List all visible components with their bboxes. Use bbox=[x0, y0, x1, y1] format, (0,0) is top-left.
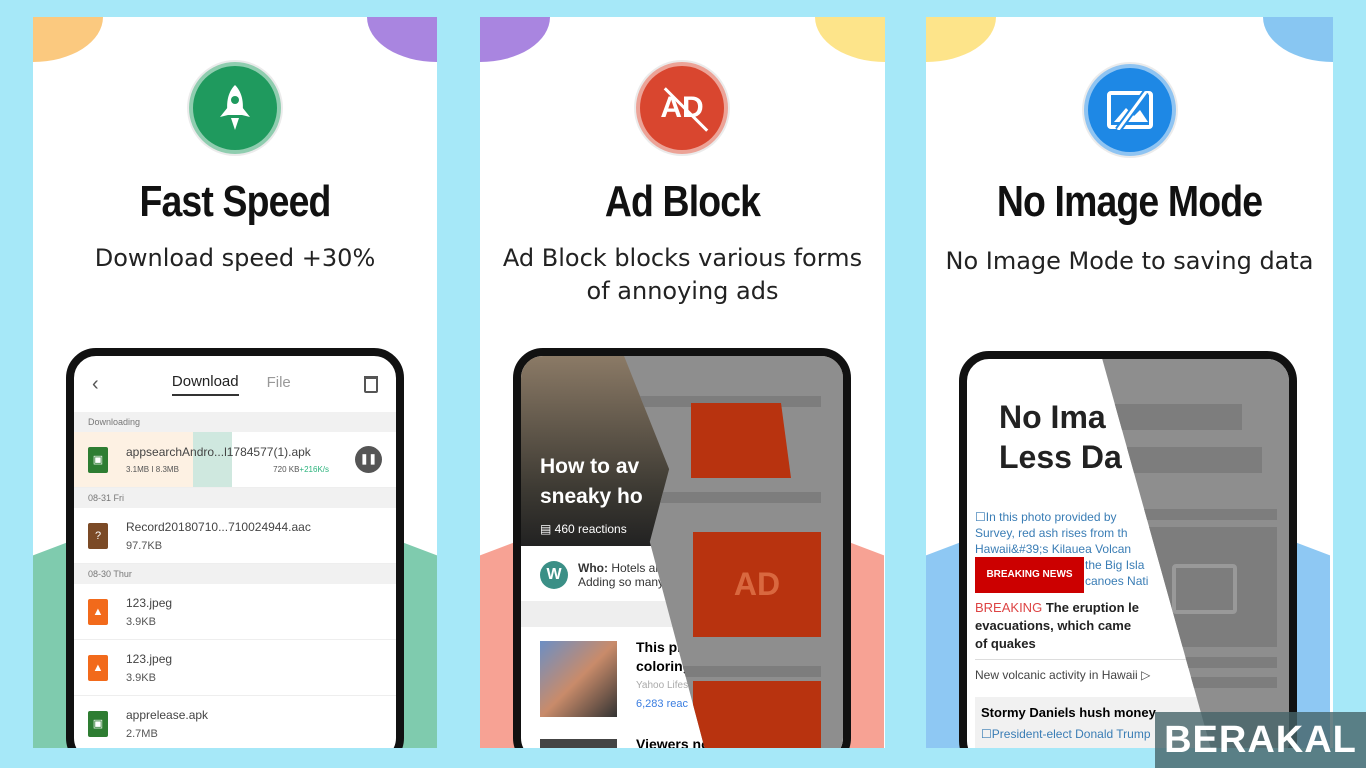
panel-subtitle: No Image Mode to saving data bbox=[945, 247, 1314, 275]
reactions[interactable]: ▤ 460 reactions bbox=[540, 522, 627, 536]
decor-corner bbox=[367, 17, 437, 62]
decor-corner bbox=[33, 17, 103, 62]
rocket-icon bbox=[189, 62, 281, 154]
decor-corner bbox=[926, 17, 996, 62]
download-header: ‹ Download File bbox=[74, 356, 396, 412]
android-file-icon: ▣ bbox=[88, 446, 108, 473]
article-link[interactable]: President-elect Donald Trump bbox=[992, 727, 1151, 741]
unknown-file-icon: ? bbox=[88, 522, 108, 549]
decor-corner bbox=[480, 17, 550, 62]
watermark-logo: BERAKAL bbox=[1155, 712, 1366, 768]
blocked-ad: AD bbox=[693, 532, 821, 637]
decor-corner bbox=[1263, 17, 1333, 62]
download-item[interactable]: ? Record20180710...710024944.aac 97.7KB bbox=[74, 508, 396, 564]
pause-button[interactable]: ❚❚ bbox=[355, 446, 382, 473]
breaking-news-badge: BREAKING NEWS bbox=[975, 557, 1084, 593]
image-file-icon: ▲ bbox=[88, 654, 108, 681]
breaking-headline[interactable]: BREAKING The eruption le evacuations, whi… bbox=[975, 599, 1139, 653]
panel-subtitle: Download speed +30% bbox=[94, 244, 376, 272]
headline[interactable]: How to av sneaky ho bbox=[540, 452, 643, 512]
who-item[interactable]: W Who: Hotels are g Adding so many f bbox=[540, 561, 676, 589]
section-label: 08-30 Thur bbox=[74, 564, 396, 584]
panel-title: Ad Block bbox=[604, 177, 761, 226]
phone-mockup: No Ima Less Da ☐In this photo provided by… bbox=[959, 351, 1297, 748]
panel-no-image: No Image Mode No Image Mode to saving da… bbox=[926, 17, 1333, 748]
decor-corner bbox=[815, 17, 885, 62]
panel-title: Fast Speed bbox=[139, 177, 331, 226]
tab-download[interactable]: Download bbox=[171, 373, 239, 396]
hero-text: No Ima Less Da bbox=[999, 399, 1122, 475]
image-file-icon: ▲ bbox=[88, 598, 108, 625]
blocked-ad bbox=[691, 403, 791, 478]
phone-mockup: ‹ Download File Downloading ▣ appsearchA… bbox=[66, 348, 404, 748]
avatar: W bbox=[540, 561, 568, 589]
blocked-ad bbox=[693, 681, 821, 748]
ad-block-icon: AD bbox=[636, 62, 728, 154]
download-item-active[interactable]: ▣ appsearchAndro...l1784577(1).apk 3.1MB… bbox=[74, 432, 396, 488]
section-label: Downloading bbox=[74, 412, 396, 432]
panel-fast-speed: Fast Speed Download speed +30% ‹ Downloa… bbox=[33, 17, 437, 748]
trash-icon[interactable] bbox=[364, 375, 378, 393]
back-icon[interactable]: ‹ bbox=[92, 373, 99, 396]
panel-title: No Image Mode bbox=[996, 177, 1263, 226]
android-file-icon: ▣ bbox=[88, 710, 108, 737]
download-item[interactable]: ▲ 123.jpeg 3.9KB bbox=[74, 584, 396, 640]
panel-subtitle: Ad Block blocks various forms of annoying… bbox=[502, 244, 863, 305]
phone-mockup: How to av sneaky ho ▤ 460 reactions W Who:… bbox=[513, 348, 851, 748]
tab-file[interactable]: File bbox=[267, 374, 291, 395]
image-placeholder-icon bbox=[1172, 564, 1237, 614]
download-item[interactable]: ▲ 123.jpeg 3.9KB bbox=[74, 640, 396, 696]
story-thumbnail[interactable] bbox=[540, 641, 617, 717]
section-label: 08-31 Fri bbox=[74, 488, 396, 508]
download-item[interactable]: ▣ apprelease.apk 2.7MB bbox=[74, 696, 396, 748]
panel-ad-block: AD Ad Block Ad Block blocks various form… bbox=[480, 17, 885, 748]
no-image-icon bbox=[1084, 64, 1176, 156]
